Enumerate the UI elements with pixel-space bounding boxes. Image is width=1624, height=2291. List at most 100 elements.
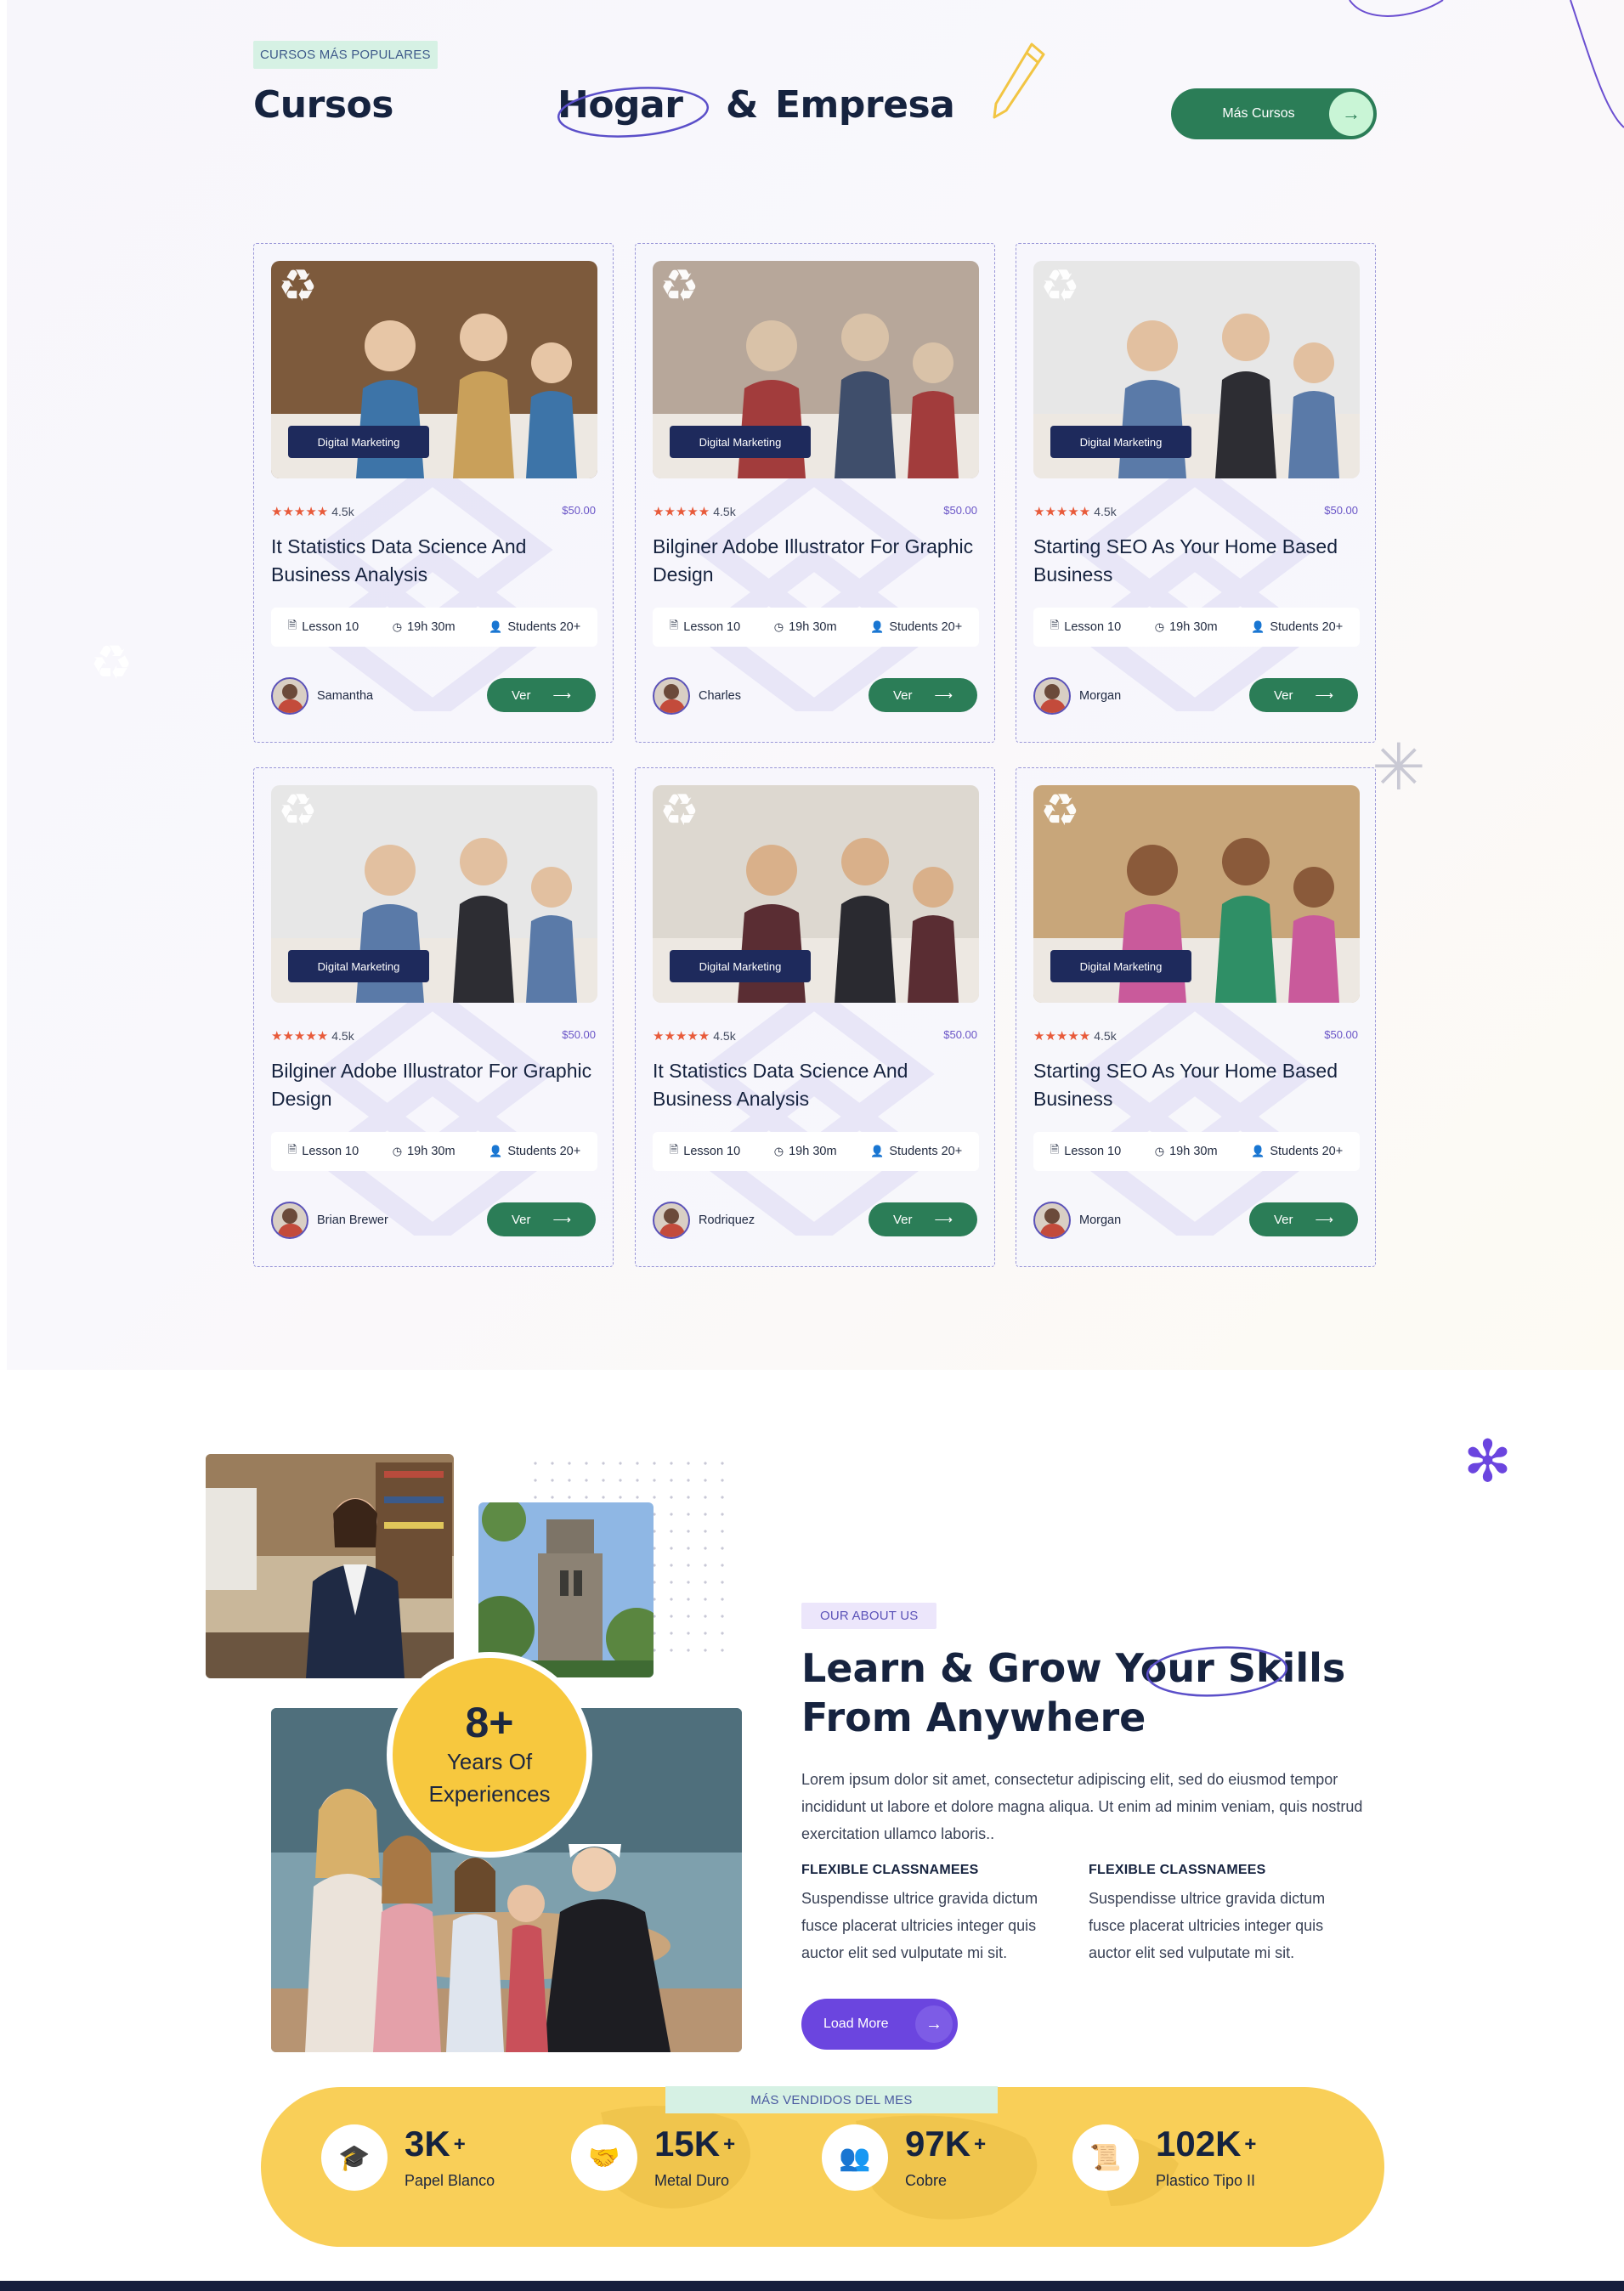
stat-value: 3K + bbox=[405, 2123, 466, 2164]
course-price: $50.00 bbox=[1324, 1028, 1358, 1041]
more-courses-button[interactable]: Más Cursos → bbox=[1171, 88, 1377, 139]
course-author[interactable]: Morgan bbox=[1033, 677, 1121, 715]
user-icon: 👤 bbox=[1251, 1145, 1265, 1157]
recycle-icon: ♻ bbox=[278, 262, 318, 311]
stat-value: 15K + bbox=[654, 2123, 736, 2164]
recycle-icon: ♻ bbox=[1040, 262, 1080, 311]
rating-count: 4.5k bbox=[1094, 505, 1117, 518]
view-course-button[interactable]: Ver ⟶ bbox=[869, 1202, 977, 1236]
hogar-ellipse-decoration bbox=[557, 87, 710, 138]
clock-icon: ◷ bbox=[773, 1145, 784, 1157]
course-card[interactable]: ♻ Digital Marketing ★★★★★ 4.5k $50.00 It… bbox=[635, 767, 995, 1267]
pencil-icon bbox=[993, 42, 1045, 119]
course-duration: ◷ 19h 30m bbox=[1154, 620, 1218, 634]
course-category[interactable]: Digital Marketing bbox=[1050, 950, 1191, 982]
course-title[interactable]: Bilginer Adobe Illustrator For Graphic D… bbox=[271, 1057, 597, 1113]
avatar bbox=[271, 677, 308, 715]
lesson-count: 🗎 Lesson 10 bbox=[670, 1142, 740, 1161]
course-card[interactable]: ♻ Digital Marketing ★★★★★ 4.5k $50.00 St… bbox=[1016, 767, 1376, 1267]
avatar bbox=[653, 1202, 690, 1239]
course-rating: ★★★★★ 4.5k bbox=[653, 1028, 736, 1044]
asterisk-deco-icon: ✳ bbox=[1372, 732, 1426, 804]
rating-count: 4.5k bbox=[713, 505, 736, 518]
course-title[interactable]: It Statistics Data Science And Business … bbox=[653, 1057, 979, 1113]
star-icons: ★★★★★ bbox=[271, 1029, 329, 1044]
experience-text: Years Of Experiences bbox=[428, 1748, 551, 1807]
about-title: Learn & Grow Your Skills From Anywhere bbox=[801, 1643, 1396, 1742]
course-image[interactable]: ♻ Digital Marketing bbox=[653, 261, 979, 478]
avatar bbox=[653, 677, 690, 715]
view-label: Ver bbox=[892, 1212, 913, 1227]
course-title[interactable]: Bilginer Adobe Illustrator For Graphic D… bbox=[653, 533, 979, 589]
view-course-button[interactable]: Ver ⟶ bbox=[487, 678, 596, 712]
load-more-label: Load More bbox=[823, 2017, 889, 2031]
user-icon: 👤 bbox=[489, 1145, 503, 1157]
course-title[interactable]: Starting SEO As Your Home Based Business bbox=[1033, 1057, 1360, 1113]
view-course-button[interactable]: Ver ⟶ bbox=[1249, 678, 1358, 712]
feature-text: Suspendisse ultrice gravida dictum fusce… bbox=[1089, 1890, 1326, 1961]
clock-icon: ◷ bbox=[1154, 1145, 1165, 1157]
course-author[interactable]: Morgan bbox=[1033, 1202, 1121, 1239]
star-icons: ★★★★★ bbox=[1033, 1029, 1091, 1044]
course-meta: 🗎 Lesson 10 ◷ 19h 30m 👤 Students 20+ bbox=[271, 1132, 597, 1171]
lesson-count: 🗎 Lesson 10 bbox=[288, 1142, 359, 1161]
section-title-empresa: Empresa bbox=[775, 83, 955, 127]
course-card[interactable]: ♻ Digital Marketing ★★★★★ 4.5k $50.00 Bi… bbox=[635, 243, 995, 743]
lesson-count: 🗎 Lesson 10 bbox=[1050, 618, 1121, 636]
recycle-icon: ♻ bbox=[659, 262, 699, 311]
star-icons: ★★★★★ bbox=[653, 1029, 710, 1044]
course-author[interactable]: Charles bbox=[653, 677, 741, 715]
lesson-count: 🗎 Lesson 10 bbox=[288, 618, 359, 636]
view-course-button[interactable]: Ver ⟶ bbox=[869, 678, 977, 712]
view-course-button[interactable]: Ver ⟶ bbox=[487, 1202, 596, 1236]
course-image[interactable]: ♻ Digital Marketing bbox=[1033, 785, 1360, 1003]
experience-number: 8+ bbox=[465, 1698, 514, 1746]
load-more-button[interactable]: Load More → bbox=[801, 1999, 958, 2050]
arrow-right-icon: ⟶ bbox=[1315, 688, 1334, 703]
course-author[interactable]: Samantha bbox=[271, 677, 373, 715]
stat-item: 👥 97K + Cobre bbox=[822, 2124, 986, 2191]
course-category[interactable]: Digital Marketing bbox=[670, 950, 811, 982]
skills-ellipse-decoration bbox=[1146, 1646, 1288, 1697]
course-category[interactable]: Digital Marketing bbox=[288, 426, 429, 458]
rating-count: 4.5k bbox=[1094, 1029, 1117, 1043]
clock-icon: ◷ bbox=[392, 620, 403, 633]
star-icons: ★★★★★ bbox=[653, 505, 710, 519]
course-card[interactable]: ♻ Digital Marketing ★★★★★ 4.5k $50.00 It… bbox=[253, 243, 614, 743]
course-image[interactable]: ♻ Digital Marketing bbox=[271, 261, 597, 478]
course-category[interactable]: Digital Marketing bbox=[670, 426, 811, 458]
view-course-button[interactable]: Ver ⟶ bbox=[1249, 1202, 1358, 1236]
avatar bbox=[1033, 677, 1071, 715]
recycle-deco-icon: ♻ bbox=[90, 636, 133, 689]
document-icon: 🗎 bbox=[1050, 1143, 1060, 1156]
feature-heading: FLEXIBLE CLASSNAMEES bbox=[1089, 1863, 1266, 1877]
course-category[interactable]: Digital Marketing bbox=[1050, 426, 1191, 458]
view-label: Ver bbox=[511, 1212, 531, 1227]
view-label: Ver bbox=[1273, 687, 1293, 703]
course-category[interactable]: Digital Marketing bbox=[288, 950, 429, 982]
view-label: Ver bbox=[892, 687, 913, 703]
author-name: Rodriquez bbox=[699, 1213, 755, 1227]
course-duration: ◷ 19h 30m bbox=[773, 1145, 837, 1158]
course-image[interactable]: ♻ Digital Marketing bbox=[271, 785, 597, 1003]
course-title[interactable]: It Statistics Data Science And Business … bbox=[271, 533, 597, 589]
experience-badge: 8+ Years Of Experiences bbox=[387, 1652, 592, 1858]
course-image[interactable]: ♻ Digital Marketing bbox=[653, 785, 979, 1003]
course-card[interactable]: ♻ Digital Marketing ★★★★★ 4.5k $50.00 St… bbox=[1016, 243, 1376, 743]
course-meta: 🗎 Lesson 10 ◷ 19h 30m 👤 Students 20+ bbox=[1033, 1132, 1360, 1171]
stat-label: Metal Duro bbox=[654, 2171, 730, 2189]
feature-text: Suspendisse ultrice gravida dictum fusce… bbox=[801, 1890, 1038, 1961]
course-image[interactable]: ♻ Digital Marketing bbox=[1033, 261, 1360, 478]
stat-value: 102K + bbox=[1156, 2123, 1257, 2164]
author-name: Brian Brewer bbox=[317, 1213, 388, 1227]
arrow-right-icon: ⟶ bbox=[934, 1213, 953, 1227]
document-icon: 🗎 bbox=[287, 1143, 297, 1156]
course-title[interactable]: Starting SEO As Your Home Based Business bbox=[1033, 533, 1360, 589]
course-author[interactable]: Brian Brewer bbox=[271, 1202, 388, 1239]
graduate-icon: 🎓 bbox=[321, 2124, 388, 2191]
arrow-right-icon: → bbox=[915, 2005, 953, 2043]
section-title-amp: & bbox=[726, 83, 758, 127]
stats-badge: MÁS VENDIDOS DEL MES bbox=[665, 2086, 998, 2113]
course-card[interactable]: ♻ Digital Marketing ★★★★★ 4.5k $50.00 Bi… bbox=[253, 767, 614, 1267]
course-author[interactable]: Rodriquez bbox=[653, 1202, 755, 1239]
